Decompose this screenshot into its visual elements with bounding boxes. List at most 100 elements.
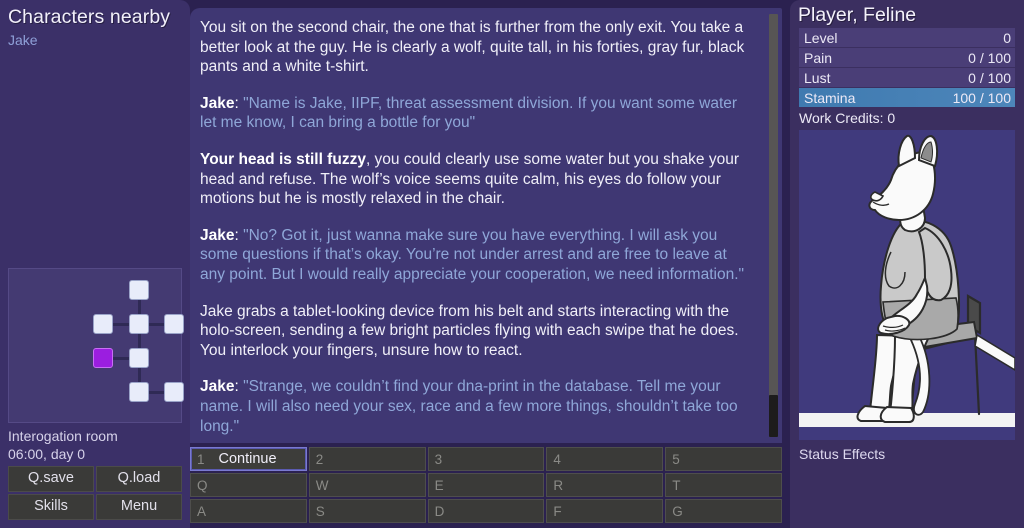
action-button-empty-w[interactable]: W: [308, 473, 426, 497]
action-button-empty-q[interactable]: Q: [190, 473, 307, 497]
stat-name: Pain: [804, 49, 833, 66]
action-button-empty-5[interactable]: 5: [665, 447, 782, 471]
story-panel: You sit on the second chair, the one tha…: [190, 8, 782, 443]
sidebar-button-grid: Q.save Q.load Skills Menu: [0, 463, 190, 528]
minimap[interactable]: [8, 268, 184, 423]
center-column: You sit on the second chair, the one tha…: [190, 0, 790, 528]
stat-value: 0 / 100: [968, 49, 1011, 66]
player-portrait-image: [799, 130, 1015, 440]
status-effects-label: Status Effects: [799, 446, 886, 462]
action-hotkey: 4: [553, 451, 561, 467]
narration-paragraph: Jake grabs a tablet-looking device from …: [200, 302, 756, 361]
action-button-empty-s[interactable]: S: [308, 499, 426, 523]
menu-button[interactable]: Menu: [96, 494, 182, 520]
dialog-paragraph: Jake: "Strange, we couldn’t find your dn…: [200, 377, 756, 436]
player-stats: Level 0 Pain 0 / 100 Lust 0 / 100 Stamina 100 /…: [799, 28, 1015, 108]
action-button-empty-3[interactable]: 3: [427, 447, 545, 471]
map-node[interactable]: [129, 382, 149, 402]
map-node[interactable]: [129, 314, 149, 334]
action-hotkey: 2: [315, 451, 324, 467]
quote-text: "Strange, we couldn’t find your dna-prin…: [200, 378, 738, 435]
map-link: [113, 357, 129, 360]
characters-nearby-title: Characters nearby: [8, 6, 171, 28]
player-portrait[interactable]: [799, 130, 1015, 440]
action-hotkey: G: [672, 503, 683, 519]
dialog-paragraph: Jake: "Name is Jake, IIPF, threat assess…: [200, 94, 756, 133]
action-button-empty-r[interactable]: R: [546, 473, 664, 497]
speaker-colon: :: [234, 94, 244, 112]
story-text: You sit on the second chair, the one tha…: [190, 8, 782, 443]
player-title: Player, Feline: [798, 4, 917, 26]
action-hotkey: E: [434, 477, 444, 493]
game-window: Characters nearby Jake Interogation room…: [0, 0, 1024, 528]
room-name: Interogation room: [8, 428, 118, 444]
map-link: [138, 334, 141, 348]
action-button-continue[interactable]: 1 Continue: [190, 447, 307, 471]
action-button-grid: 1 Continue 2 3 4 5 Q W E R T A S D F G: [190, 447, 782, 523]
action-button-empty-d[interactable]: D: [427, 499, 545, 523]
map-link: [113, 323, 129, 326]
stat-row-lust[interactable]: Lust 0 / 100: [799, 68, 1015, 87]
stat-name: Level: [804, 29, 838, 46]
stat-name: Stamina: [804, 89, 856, 106]
action-hotkey: 1: [197, 451, 205, 467]
action-hotkey: D: [434, 503, 445, 519]
map-link: [138, 300, 141, 314]
emphasis-text: Your head is still fuzzy: [200, 150, 366, 168]
characters-nearby-list: Jake: [0, 29, 190, 49]
stat-row-stamina[interactable]: Stamina 100 / 100: [799, 88, 1015, 107]
map-link: [138, 368, 141, 382]
dialog-paragraph: Jake: "No? Got it, just wanna make sure …: [200, 226, 756, 285]
speaker-name: Jake: [200, 94, 235, 112]
body-text: You sit on the second chair, the one tha…: [200, 19, 745, 76]
narration-paragraph: Your head is still fuzzy, you could clea…: [200, 150, 756, 209]
map-node[interactable]: [129, 280, 149, 300]
quicksave-button[interactable]: Q.save: [8, 466, 94, 492]
action-hotkey: T: [672, 477, 681, 493]
speaker-colon: :: [234, 378, 244, 396]
stat-name: Lust: [804, 69, 831, 86]
stat-row-level[interactable]: Level 0: [799, 28, 1015, 47]
speaker-colon: :: [234, 226, 244, 244]
speaker-name: Jake: [200, 378, 235, 396]
stat-value: 100 / 100: [952, 89, 1011, 106]
game-time: 06:00, day 0: [8, 445, 86, 462]
action-button-empty-4[interactable]: 4: [546, 447, 664, 471]
story-scrollbar[interactable]: [769, 14, 778, 437]
narration-paragraph: You sit on the second chair, the one tha…: [200, 18, 756, 77]
action-hotkey: A: [197, 503, 207, 519]
room-info: Interogation room 06:00, day 0: [0, 423, 190, 463]
map-link: [149, 391, 164, 394]
action-button-empty-t[interactable]: T: [665, 473, 782, 497]
player-panel: Player, Feline Level 0 Pain 0 / 100 Lust 0 / …: [790, 0, 1024, 528]
action-hotkey: 5: [672, 451, 680, 467]
map-node-current[interactable]: [93, 348, 113, 368]
action-hotkey: 3: [434, 451, 443, 467]
action-hotkey: W: [315, 477, 329, 493]
map-node[interactable]: [129, 348, 149, 368]
map-node[interactable]: [164, 382, 184, 402]
map-node[interactable]: [164, 314, 184, 334]
stat-value: 0: [1003, 29, 1011, 46]
stat-row-pain[interactable]: Pain 0 / 100: [799, 48, 1015, 67]
quote-text: "Name is Jake, IIPF, threat assessment d…: [200, 94, 738, 132]
action-label: Continue: [218, 451, 277, 467]
action-button-empty-a[interactable]: A: [190, 499, 307, 523]
map-link: [149, 323, 164, 326]
body-text: Jake grabs a tablet-looking device from …: [200, 302, 739, 359]
action-button-empty-f[interactable]: F: [546, 499, 664, 523]
speaker-name: Jake: [200, 226, 235, 244]
work-credits: Work Credits: 0: [799, 110, 896, 126]
action-button-empty-e[interactable]: E: [427, 473, 545, 497]
action-hotkey: S: [315, 503, 325, 519]
map-node[interactable]: [93, 314, 113, 334]
quickload-button[interactable]: Q.load: [96, 466, 182, 492]
story-scrollbar-thumb[interactable]: [769, 395, 778, 437]
left-sidebar: Characters nearby Jake Interogation room…: [0, 0, 190, 528]
action-button-empty-2[interactable]: 2: [308, 447, 426, 471]
action-button-empty-g[interactable]: G: [665, 499, 782, 523]
character-entry[interactable]: Jake: [8, 31, 190, 49]
skills-button[interactable]: Skills: [8, 494, 94, 520]
quote-text: "No? Got it, just wanna make sure you ha…: [200, 226, 745, 283]
